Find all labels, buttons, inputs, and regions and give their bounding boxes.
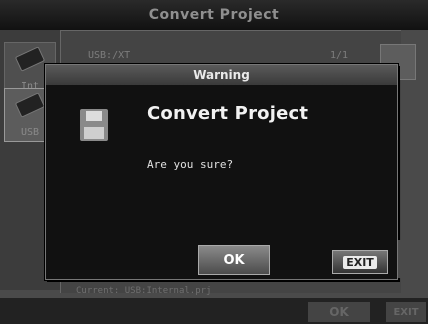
- scroll-right-button[interactable]: [398, 240, 412, 278]
- window-title: Convert Project: [0, 0, 428, 30]
- memory-card-icon: [14, 46, 46, 72]
- exit-button[interactable]: EXIT: [332, 250, 388, 274]
- dialog-message: Are you sure?: [147, 158, 234, 171]
- usb-stick-icon: [14, 92, 46, 118]
- exit-button-label: EXIT: [343, 255, 377, 269]
- page-indicator: 1/1: [329, 50, 348, 61]
- background-ok-button[interactable]: OK: [308, 302, 370, 322]
- background-exit-button[interactable]: EXIT: [386, 302, 426, 322]
- warning-dialog: Warning Convert Project Are you sure? OK…: [45, 64, 398, 280]
- floppy-disk-icon: [80, 109, 108, 141]
- path-text: USB:/XT: [88, 50, 131, 61]
- dialog-heading: Convert Project: [147, 103, 309, 124]
- dialog-title: Warning: [46, 65, 397, 85]
- current-file: Current: USB:Internal.prj: [76, 286, 212, 296]
- screen: Convert Project Int USB USB:/XT 1/1 Curr…: [0, 0, 428, 324]
- ok-button[interactable]: OK: [198, 245, 270, 275]
